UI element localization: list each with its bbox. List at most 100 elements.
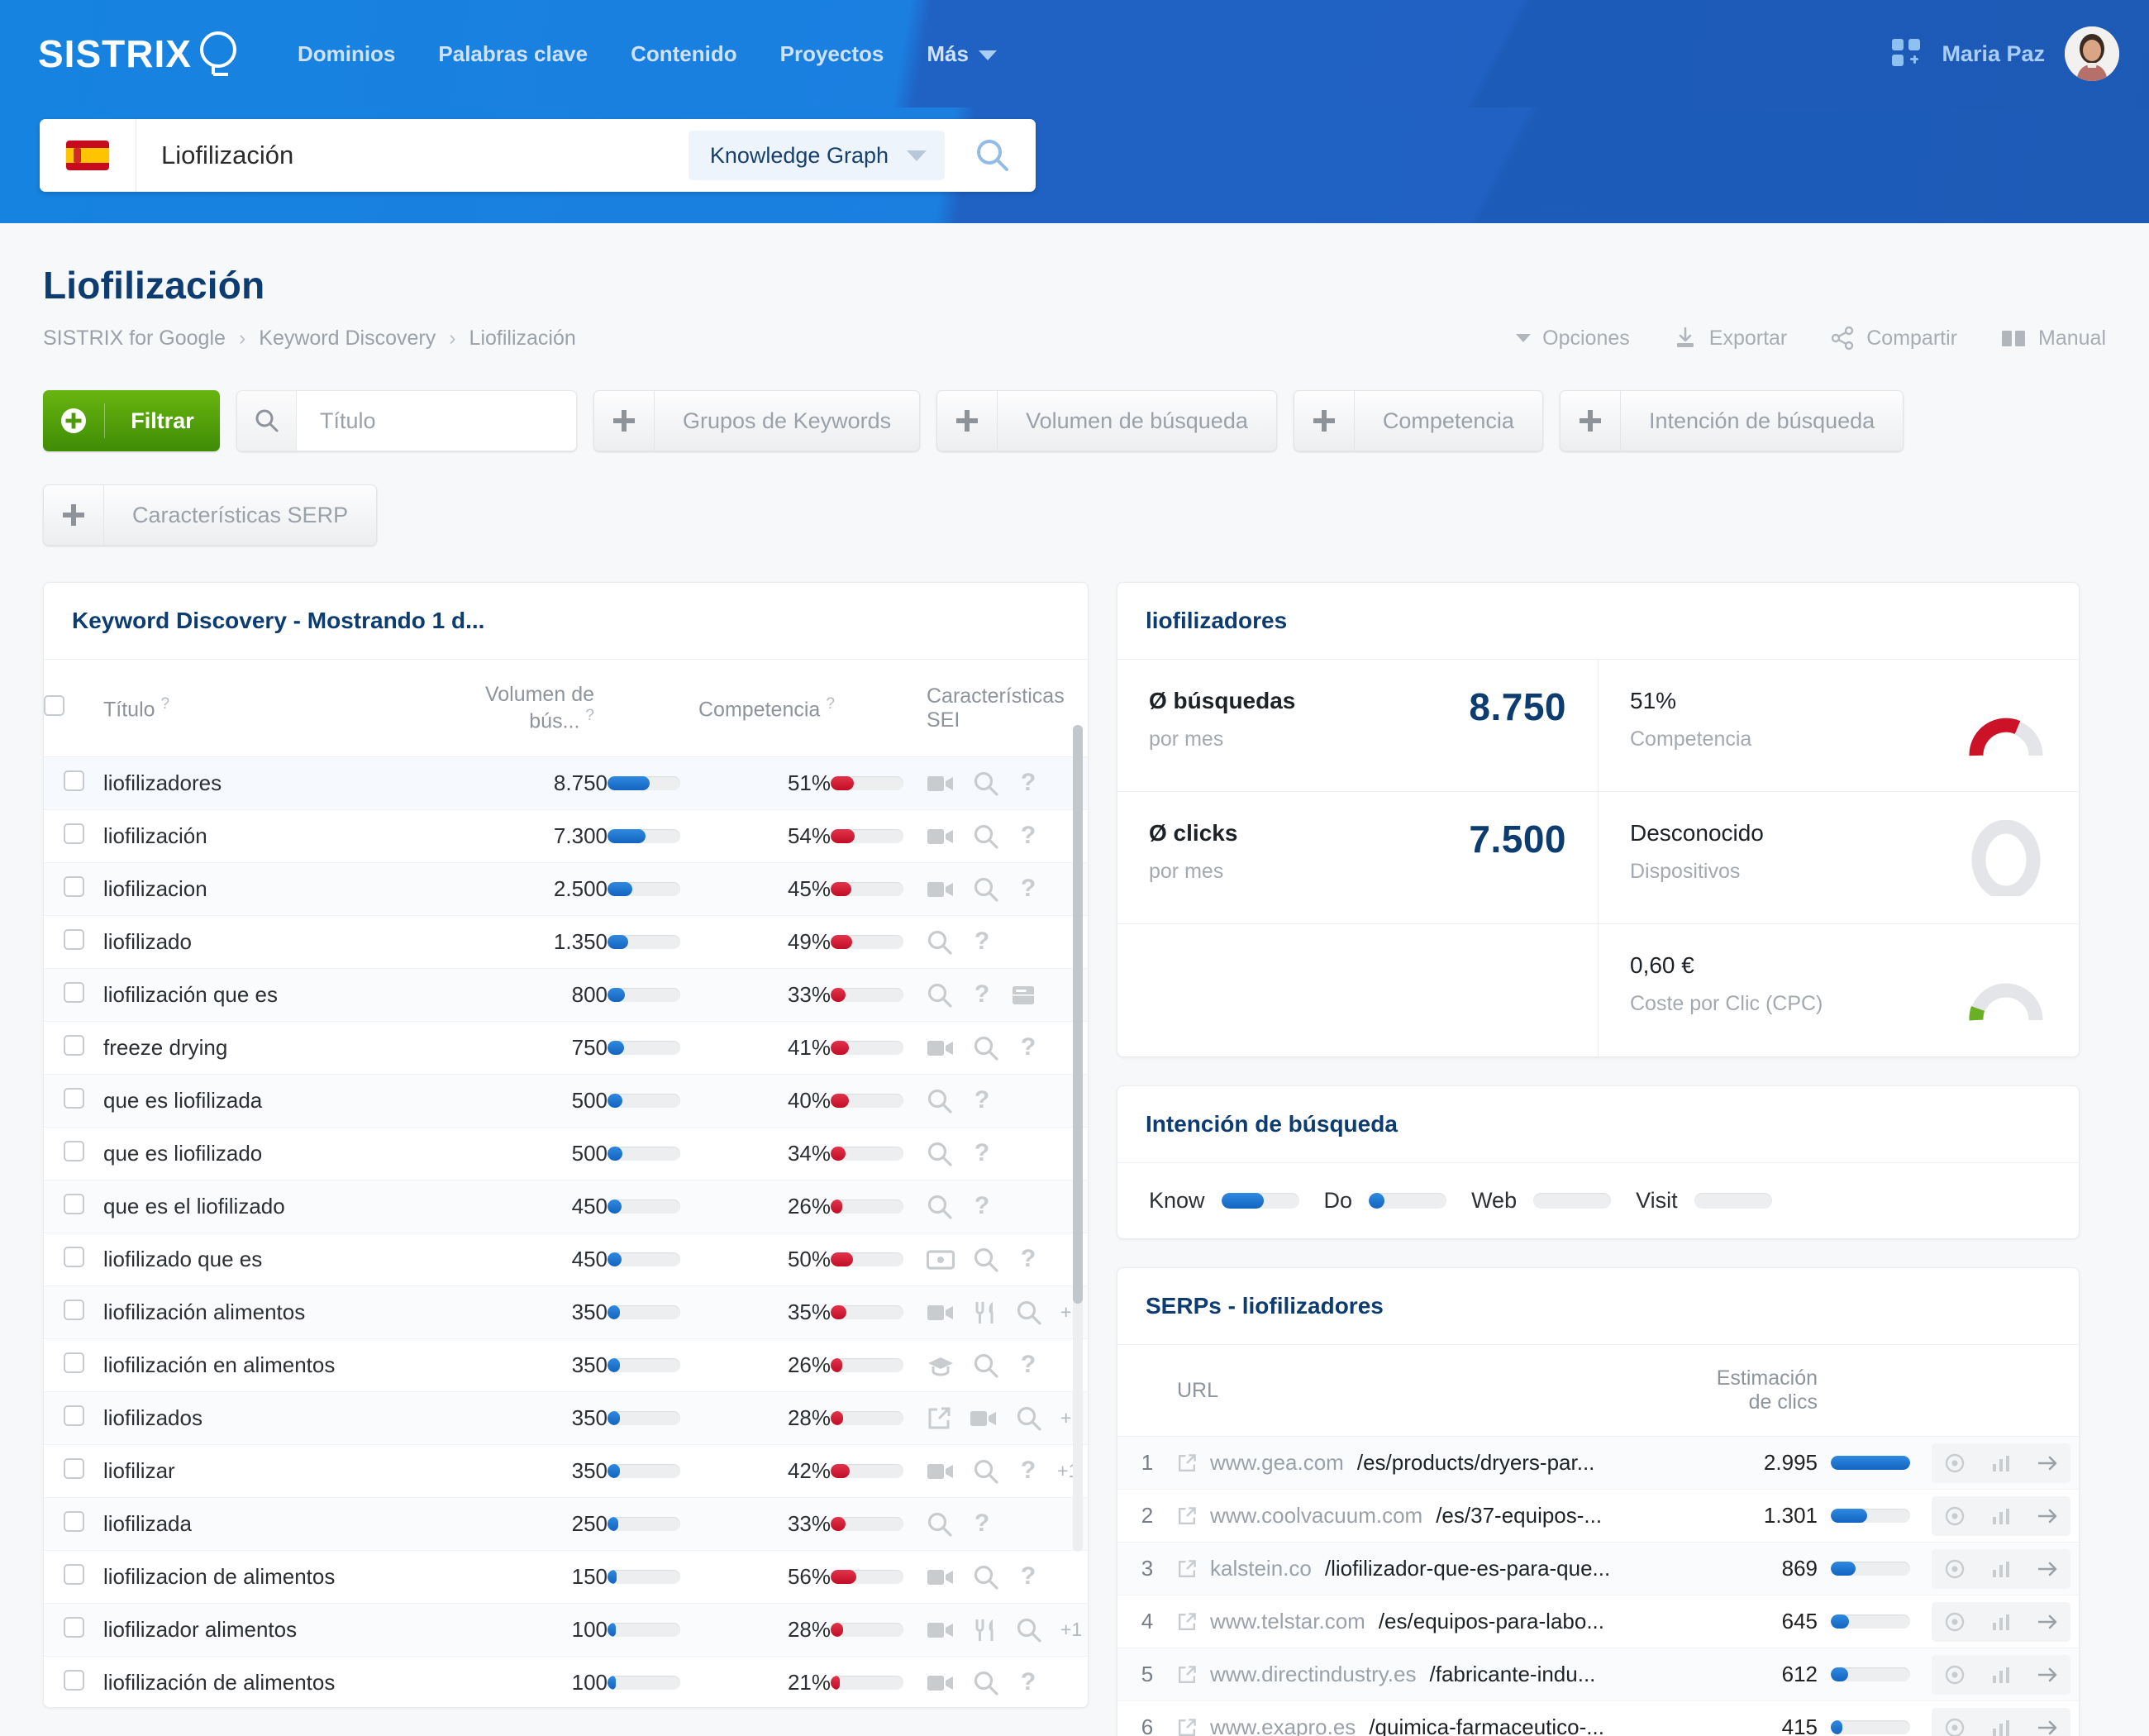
external-link-icon[interactable] (1177, 1718, 1197, 1736)
arrow-right-icon[interactable] (2024, 1654, 2070, 1695)
serp-url-cell[interactable]: www.exapro.es/quimica-farmaceutico-... (1177, 1700, 1715, 1736)
row-checkbox-cell[interactable] (44, 1021, 103, 1075)
search-icon[interactable] (973, 1670, 999, 1696)
row-checkbox-cell[interactable] (44, 1233, 103, 1287)
table-row[interactable]: liofilizado 1.350 49%? (44, 915, 1088, 970)
row-checkbox-cell[interactable] (44, 1603, 103, 1657)
external-link-icon[interactable] (1177, 1559, 1197, 1579)
recipe-icon[interactable] (973, 1617, 998, 1643)
search-icon[interactable] (927, 1088, 953, 1114)
faq-icon[interactable]: ? (1017, 1458, 1039, 1485)
column-header-titulo[interactable]: Título? (103, 660, 417, 758)
video-icon[interactable] (970, 1406, 998, 1431)
faq-icon[interactable]: ? (971, 1511, 993, 1538)
row-checkbox[interactable] (63, 1352, 84, 1373)
keyword-cell[interactable]: liofilizadores (103, 756, 417, 811)
serp-row[interactable]: 3 kalstein.co/liofilizador-que-es-para-qu… (1117, 1542, 2079, 1595)
bar-chart-icon[interactable] (1978, 1548, 2024, 1589)
money-icon[interactable] (927, 1248, 955, 1271)
nav-item-dominios[interactable]: Dominios (298, 41, 395, 67)
sistrix-logo[interactable]: SISTRIX (38, 28, 246, 79)
filter-chip-volumen-busqueda[interactable]: Volumen de búsqueda (936, 390, 1277, 451)
table-row[interactable]: liofilizado que es 450 50%? (44, 1233, 1088, 1287)
avatar[interactable] (2065, 26, 2119, 81)
search-icon[interactable] (927, 982, 953, 1009)
row-checkbox-cell[interactable] (44, 1444, 103, 1499)
bar-chart-icon[interactable] (1978, 1707, 2024, 1736)
video-icon[interactable] (927, 877, 955, 902)
table-row[interactable]: liofilizar 350 42% ? +1 (44, 1444, 1088, 1499)
search-icon[interactable] (927, 1511, 953, 1538)
eye-icon[interactable] (1932, 1654, 1978, 1695)
eye-icon[interactable] (1932, 1601, 1978, 1642)
serp-row[interactable]: 1 www.gea.com/es/products/dryers-par... 2.… (1117, 1436, 2079, 1490)
video-icon[interactable] (927, 1565, 955, 1590)
serp-row[interactable]: 2 www.coolvacuum.com/es/37-equipos-... 1.3… (1117, 1489, 2079, 1543)
row-checkbox[interactable] (63, 1669, 84, 1691)
video-icon[interactable] (927, 1300, 955, 1325)
column-header-volumen[interactable]: Volumen de bús...? (417, 660, 608, 758)
question-mark-icon[interactable]: ? (585, 707, 594, 724)
serp-extra-count[interactable]: +1 (1060, 1619, 1082, 1641)
nav-item-mas[interactable]: Más (927, 41, 997, 67)
serps-column-clicks[interactable]: Estimación de clics (1715, 1345, 1831, 1437)
card-icon[interactable] (1011, 984, 1036, 1007)
serp-row[interactable]: 6 www.exapro.es/quimica-farmaceutico-... 4… (1117, 1700, 2079, 1736)
eye-icon[interactable] (1932, 1495, 1978, 1536)
serp-row[interactable]: 5 www.directindustry.es/fabricante-indu..… (1117, 1648, 2079, 1701)
grid-apps-icon[interactable] (1892, 39, 1922, 69)
exportar-button[interactable]: Exportar (1673, 326, 1787, 351)
filter-chip-grupos-keywords[interactable]: Grupos de Keywords (593, 390, 921, 451)
title-search-field[interactable]: Título (236, 390, 577, 451)
table-row[interactable]: que es el liofilizado 450 26%? (44, 1180, 1088, 1234)
country-selector[interactable] (40, 119, 136, 192)
keyword-cell[interactable]: liofilizacion de alimentos (103, 1550, 417, 1605)
row-checkbox[interactable] (63, 1140, 84, 1161)
serp-url-cell[interactable]: kalstein.co/liofilizador-que-es-para-que… (1177, 1542, 1715, 1595)
table-row[interactable]: liofilización 7.300 54%? (44, 809, 1088, 864)
search-icon[interactable] (973, 1458, 999, 1485)
nav-item-palabras-clave[interactable]: Palabras clave (438, 41, 588, 67)
row-checkbox[interactable] (63, 1299, 84, 1320)
keyword-cell[interactable]: liofilizado que es (103, 1233, 417, 1287)
search-icon[interactable] (927, 1141, 953, 1167)
filter-chip-caracteristicas-serp[interactable]: Características SERP (43, 484, 378, 546)
table-row[interactable]: liofilizacion de alimentos 150 56%? (44, 1550, 1088, 1605)
table-scrollbar[interactable] (1073, 725, 1083, 1552)
search-icon[interactable] (1016, 1300, 1042, 1326)
faq-icon[interactable]: ? (971, 929, 993, 956)
search-mode-select[interactable]: Knowledge Graph (688, 131, 945, 180)
keyword-cell[interactable]: liofilizados (103, 1391, 417, 1446)
faq-icon[interactable]: ? (971, 982, 993, 1009)
row-checkbox-cell[interactable] (44, 1656, 103, 1707)
row-checkbox-cell[interactable] (44, 1338, 103, 1393)
keyword-cell[interactable]: freeze drying (103, 1021, 417, 1075)
table-row[interactable]: liofilizacion 2.500 45%? (44, 862, 1088, 917)
row-checkbox[interactable] (63, 1246, 84, 1267)
video-icon[interactable] (927, 1036, 955, 1061)
eye-icon[interactable] (1932, 1548, 1978, 1589)
row-checkbox[interactable] (63, 1563, 84, 1585)
video-icon[interactable] (927, 771, 955, 796)
search-icon[interactable] (973, 1247, 999, 1273)
select-all-checkbox[interactable] (44, 694, 64, 716)
table-row[interactable]: liofilización en alimentos 350 26%? (44, 1338, 1088, 1393)
bar-chart-icon[interactable] (1978, 1495, 2024, 1536)
manual-button[interactable]: Manual (2000, 326, 2106, 351)
nav-item-contenido[interactable]: Contenido (631, 41, 737, 67)
keyword-cell[interactable]: liofilizacion (103, 862, 417, 917)
faq-icon[interactable]: ? (971, 1088, 993, 1114)
serp-url-cell[interactable]: www.coolvacuum.com/es/37-equipos-... (1177, 1489, 1715, 1543)
serp-row[interactable]: 4 www.telstar.com/es/equipos-para-labo...… (1117, 1595, 2079, 1648)
faq-icon[interactable]: ? (1017, 1564, 1039, 1591)
video-icon[interactable] (927, 1459, 955, 1484)
table-row[interactable]: que es liofilizada 500 40%? (44, 1074, 1088, 1128)
keyword-cell[interactable]: liofilizada (103, 1497, 417, 1552)
row-checkbox[interactable] (63, 1616, 84, 1638)
column-header-caracteristicas-serp[interactable]: Características SEI (922, 660, 1088, 758)
row-checkbox[interactable] (63, 1034, 84, 1056)
row-checkbox[interactable] (63, 1193, 84, 1214)
row-checkbox[interactable] (63, 1510, 84, 1532)
row-checkbox-cell[interactable] (44, 809, 103, 864)
faq-icon[interactable]: ? (1017, 1035, 1039, 1061)
